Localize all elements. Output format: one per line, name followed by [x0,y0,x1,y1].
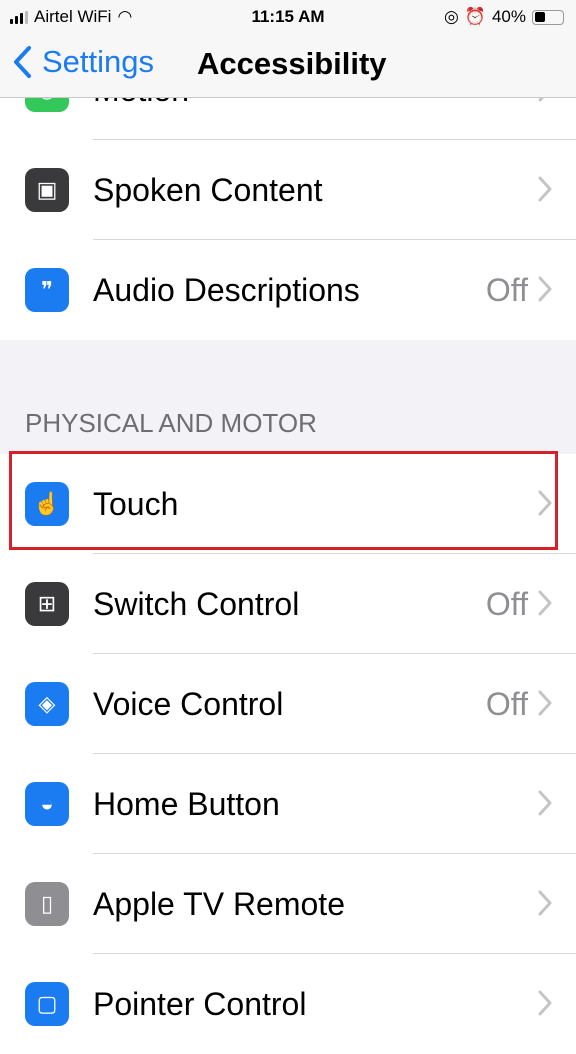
item-label: Home Button [93,786,280,822]
speech-bubble-icon: ▣ [25,168,69,212]
item-label: Audio Descriptions [93,272,360,308]
grid-icon: ⊞ [25,582,69,626]
chevron-right-icon [538,490,552,516]
voice-control-icon: ◈ [25,682,69,726]
chevron-right-icon [538,890,552,916]
navigation-bar: Settings Accessibility [0,34,576,98]
list-item-pointer-control[interactable]: ▢ Pointer Control [0,954,576,1054]
list-item-touch[interactable]: ☝ Touch [0,454,576,554]
rotation-lock-icon: ◎ [443,7,459,26]
back-label: Settings [42,44,155,79]
chevron-right-icon [538,276,552,302]
battery-icon [532,9,564,25]
list-item-apple-tv-remote[interactable]: ▯ Apple TV Remote [0,854,576,954]
list-item-spoken-content[interactable]: ▣ Spoken Content [0,140,576,240]
hand-pointer-icon: ☝ [25,482,69,526]
section-header: PHYSICAL AND MOTOR [25,408,317,438]
remote-icon: ▯ [25,882,69,926]
list-item-switch-control[interactable]: ⊞ Switch Control Off [0,554,576,654]
item-label: Touch [93,486,179,522]
item-value: Off [485,686,528,722]
list-item-home-button[interactable]: ◒ Home Button [0,754,576,854]
chevron-right-icon [538,790,552,816]
physical-motor-group: ☝ Touch ⊞ Switch Control Off ◈ Voice Con… [0,454,576,1054]
status-bar: Airtel WiFi ◠ 11:15 AM ◎ ⏰ 40% [0,0,576,34]
chevron-right-icon [538,590,552,616]
chevron-right-icon [538,990,552,1016]
quote-bubble-icon: ❞ [25,268,69,312]
back-button[interactable]: Settings [12,44,154,80]
pointer-icon: ▢ [25,982,69,1026]
chevron-right-icon [538,690,552,716]
item-label: Spoken Content [93,172,323,208]
page-title: Accessibility [197,46,387,81]
item-label: Pointer Control [93,986,307,1022]
home-button-icon: ◒ [25,782,69,826]
item-value: Off [485,586,528,622]
list-item-audio-descriptions[interactable]: ❞ Audio Descriptions Off [0,240,576,340]
list-item-voice-control[interactable]: ◈ Voice Control Off [0,654,576,754]
battery-percent: 40% [491,7,526,26]
chevron-right-icon [538,176,552,202]
item-value: Off [485,272,528,308]
item-label: Switch Control [93,586,300,622]
item-label: Apple TV Remote [93,886,345,922]
chevron-left-icon [14,46,31,78]
alarm-icon: ⏰ [464,7,486,26]
item-label: Voice Control [93,686,284,722]
